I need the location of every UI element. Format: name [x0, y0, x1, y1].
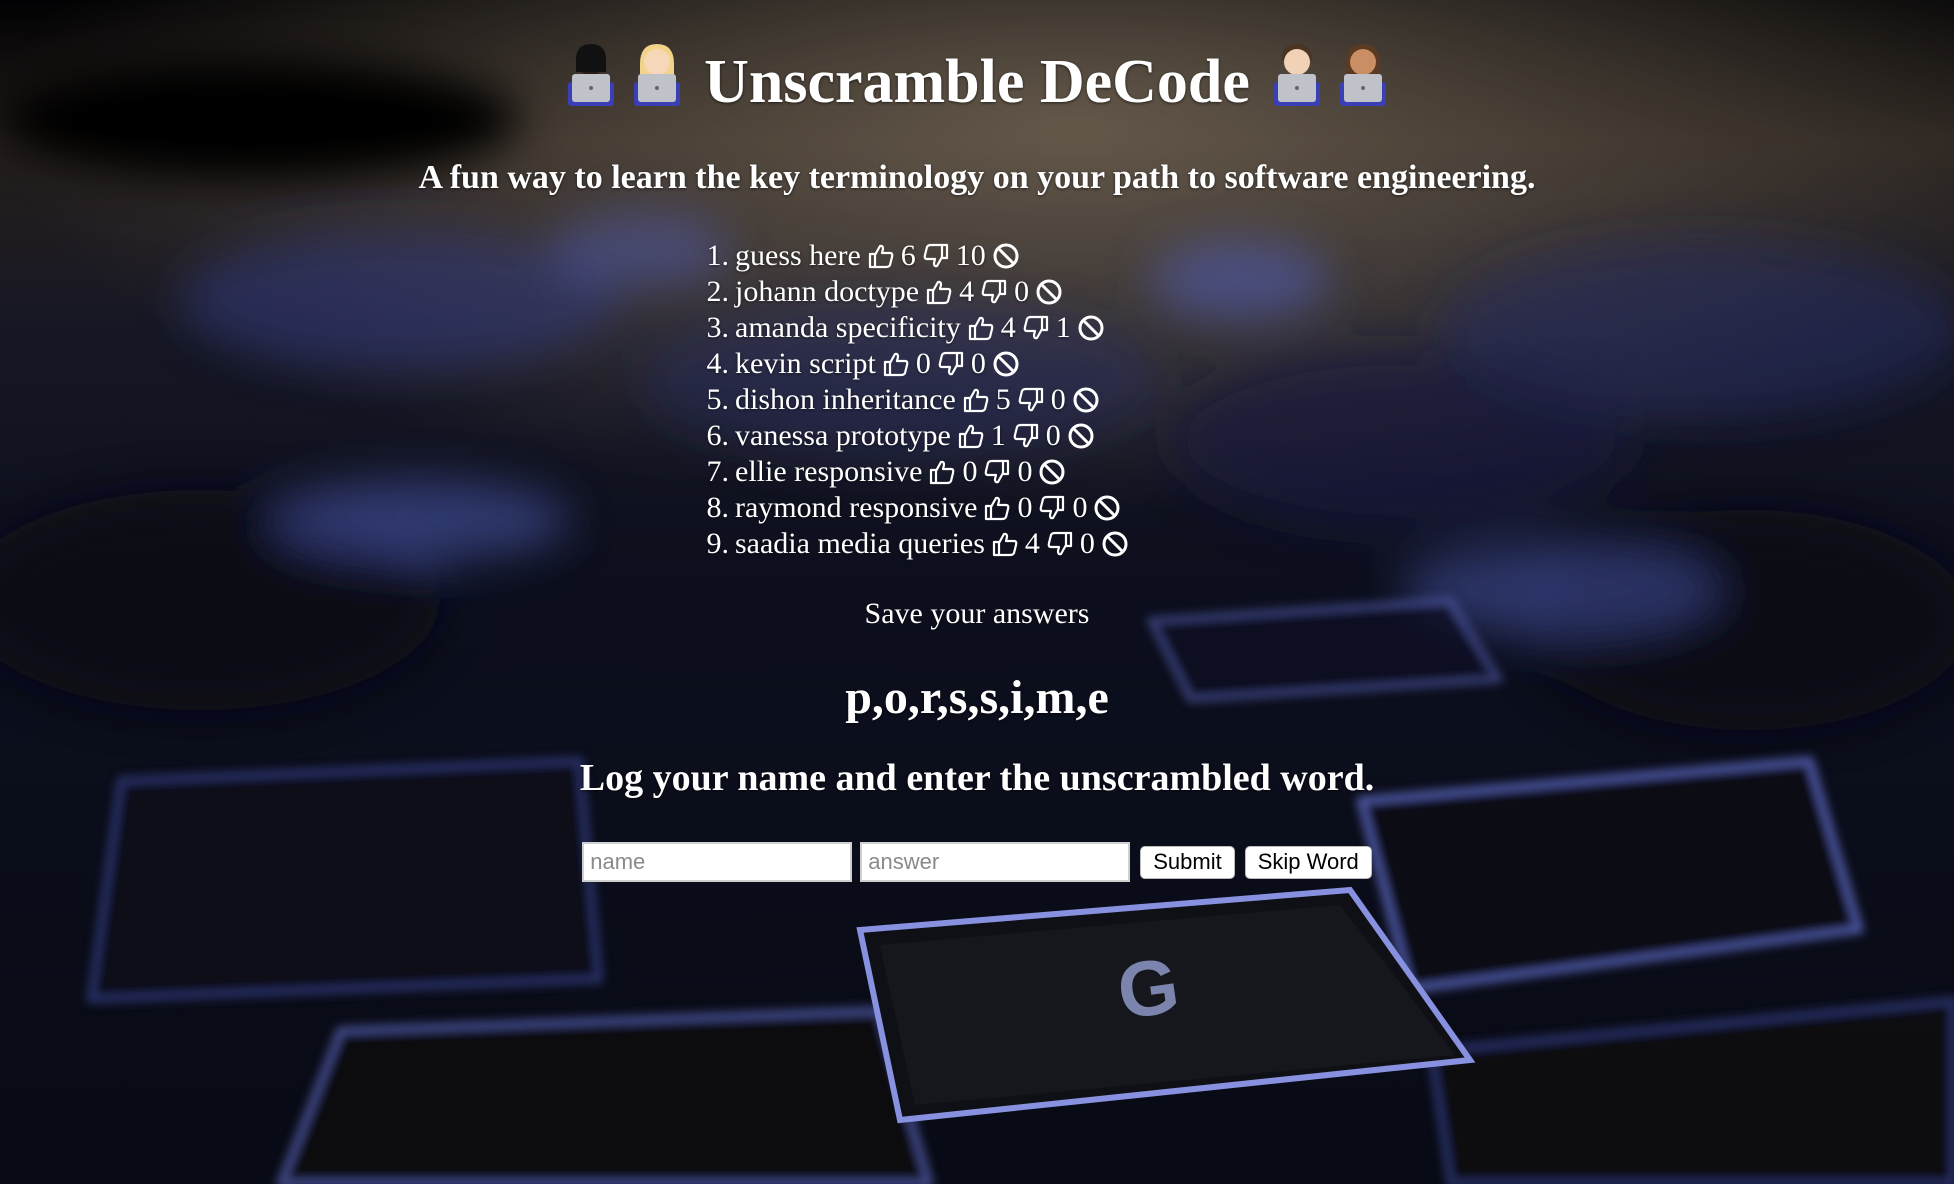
item-entry: ellie responsive [735, 455, 923, 488]
thumbs-down-icon[interactable] [1046, 530, 1074, 558]
item-number: 8. [706, 491, 730, 524]
ban-icon[interactable] [1067, 422, 1095, 450]
thumbs-down-icon[interactable] [1038, 494, 1066, 522]
item-number: 3. [706, 311, 730, 344]
leaderboard-item: 4. kevin script 0 0 [697, 346, 1257, 382]
item-entry: dishon inheritance [735, 383, 956, 416]
answer-input[interactable] [860, 842, 1131, 882]
leaderboard-item: 6. vanessa prototype 1 0 [697, 418, 1257, 454]
like-count: 1 [990, 419, 1006, 452]
answer-form: Submit Skip Word [0, 842, 1954, 882]
thumbs-up-icon[interactable] [962, 386, 990, 414]
ban-icon[interactable] [1072, 386, 1100, 414]
ban-icon[interactable] [1035, 278, 1063, 306]
ban-icon[interactable] [1093, 494, 1121, 522]
page-subtitle: A fun way to learn the key terminology o… [418, 159, 1536, 196]
thumbs-up-icon[interactable] [983, 494, 1011, 522]
like-count: 0 [915, 347, 931, 380]
leaderboard-item: 1. guess here 6 10 [697, 238, 1257, 274]
thumbs-up-icon[interactable] [882, 350, 910, 378]
like-count: 6 [900, 239, 916, 272]
thumbs-up-icon[interactable] [967, 314, 995, 342]
thumbs-up-icon[interactable] [925, 278, 953, 306]
dislike-count: 0 [1050, 383, 1066, 416]
leaderboard-item: 9. saadia media queries 4 0 [697, 526, 1257, 562]
item-entry: amanda specificity [735, 311, 961, 344]
thumbs-down-icon[interactable] [1017, 386, 1045, 414]
item-entry: johann doctype [735, 275, 920, 308]
dislike-count: 0 [1072, 491, 1088, 524]
like-count: 4 [1000, 311, 1016, 344]
leaderboard-item: 5. dishon inheritance 5 0 [697, 382, 1257, 418]
dislike-count: 0 [1079, 527, 1095, 560]
item-number: 6. [706, 419, 730, 452]
item-number: 9. [706, 527, 730, 560]
like-count: 5 [995, 383, 1011, 416]
thumbs-down-icon[interactable] [922, 242, 950, 270]
technologist-emoji-icon [562, 42, 620, 106]
thumbs-down-icon[interactable] [1022, 314, 1050, 342]
skip-word-button[interactable]: Skip Word [1244, 845, 1372, 879]
dislike-count: 0 [1045, 419, 1061, 452]
dislike-count: 10 [955, 239, 986, 272]
ban-icon[interactable] [992, 242, 1020, 270]
thumbs-down-icon[interactable] [980, 278, 1008, 306]
item-number: 1. [706, 239, 730, 272]
item-entry: guess here [735, 239, 861, 272]
leaderboard-item: 3. amanda specificity 4 1 [697, 310, 1257, 346]
item-number: 2. [706, 275, 730, 308]
dislike-count: 0 [1014, 275, 1030, 308]
leaderboard-item: 7. ellie responsive 0 0 [697, 454, 1257, 490]
technologist-emoji-icon [1334, 42, 1392, 106]
dislike-count: 1 [1055, 311, 1071, 344]
page-title-row: Unscramble DeCode [0, 0, 1954, 116]
technologist-emoji-icon [628, 42, 686, 106]
main-content: Unscramble DeCode A fun way to learn the… [0, 0, 1954, 882]
technologist-emoji-icon [1268, 42, 1326, 106]
item-number: 7. [706, 455, 730, 488]
leaderboard-list: 1. guess here 6 10 2. johann doctype 4 0 3. amand… [697, 238, 1257, 562]
submit-button[interactable]: Submit [1140, 845, 1235, 879]
ban-icon[interactable] [992, 350, 1020, 378]
leaderboard-item: 2. johann doctype 4 0 [697, 274, 1257, 310]
ban-icon[interactable] [1101, 530, 1129, 558]
item-number: 4. [706, 347, 730, 380]
instructions-text: Log your name and enter the unscrambled … [579, 757, 1375, 799]
thumbs-down-icon[interactable] [937, 350, 965, 378]
dislike-count: 0 [970, 347, 986, 380]
name-input[interactable] [582, 842, 853, 882]
save-answers-label: Save your answers [864, 597, 1090, 630]
ban-icon[interactable] [1077, 314, 1105, 342]
thumbs-up-icon[interactable] [991, 530, 1019, 558]
thumbs-down-icon[interactable] [983, 458, 1011, 486]
thumbs-up-icon[interactable] [867, 242, 895, 270]
scrambled-word: p,o,r,s,s,i,m,e [845, 671, 1109, 724]
thumbs-up-icon[interactable] [928, 458, 956, 486]
page-title: Unscramble DeCode [704, 47, 1250, 116]
ban-icon[interactable] [1038, 458, 1066, 486]
leaderboard-item: 8. raymond responsive 0 0 [697, 490, 1257, 526]
like-count: 4 [1024, 527, 1040, 560]
dislike-count: 0 [1017, 455, 1033, 488]
item-entry: vanessa prototype [735, 419, 951, 452]
thumbs-up-icon[interactable] [957, 422, 985, 450]
thumbs-down-icon[interactable] [1012, 422, 1040, 450]
item-entry: saadia media queries [735, 527, 985, 560]
like-count: 0 [962, 455, 978, 488]
like-count: 0 [1017, 491, 1033, 524]
item-number: 5. [706, 383, 730, 416]
like-count: 4 [959, 275, 975, 308]
item-entry: kevin script [735, 347, 876, 380]
item-entry: raymond responsive [735, 491, 978, 524]
